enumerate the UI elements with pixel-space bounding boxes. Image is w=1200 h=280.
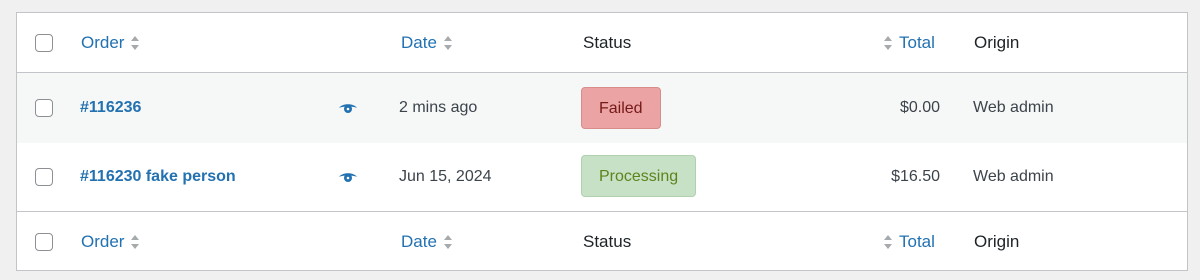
table-row: #116230 fake person Jun 15, 2024 Process… — [17, 143, 1187, 211]
sort-arrows-icon — [131, 235, 140, 249]
sort-arrows-icon — [884, 36, 892, 50]
orders-table: Order Date Status Total Origin #116236 2… — [16, 12, 1188, 271]
sort-arrows-icon — [443, 36, 452, 50]
table-row: #116236 2 mins ago Failed $0.00 Web admi… — [17, 73, 1187, 143]
sort-arrows-icon — [443, 235, 452, 249]
sort-arrows-icon — [131, 36, 140, 50]
column-header-order[interactable]: Order — [81, 33, 140, 53]
column-header-total-label: Total — [899, 33, 935, 52]
eye-icon[interactable] — [338, 101, 358, 115]
column-header-origin: Origin — [974, 33, 1020, 52]
status-badge[interactable]: Processing — [581, 155, 697, 197]
column-footer-origin: Origin — [974, 232, 1020, 251]
column-header-total[interactable]: Total — [883, 33, 935, 53]
table-header-row: Order Date Status Total Origin — [17, 13, 1187, 73]
status-badge[interactable]: Failed — [581, 87, 661, 129]
order-date: Jun 15, 2024 — [399, 168, 492, 185]
column-header-date-label: Date — [401, 33, 437, 52]
order-date: 2 mins ago — [399, 99, 478, 116]
column-header-status: Status — [583, 33, 632, 52]
order-link[interactable]: #116236 — [80, 98, 141, 118]
order-origin: Web admin — [973, 99, 1054, 116]
row-checkbox[interactable] — [35, 99, 53, 117]
column-footer-total-label: Total — [899, 232, 935, 251]
select-all-checkbox[interactable] — [35, 233, 53, 251]
select-all-checkbox[interactable] — [35, 34, 53, 52]
table-footer-row: Order Date Status Total Origin — [17, 211, 1187, 271]
order-link[interactable]: #116230 fake person — [80, 167, 236, 187]
column-footer-order-label: Order — [81, 232, 125, 251]
sort-arrows-icon — [884, 235, 892, 249]
column-header-order-label: Order — [81, 33, 125, 52]
column-footer-total[interactable]: Total — [883, 232, 935, 252]
column-footer-status: Status — [583, 232, 632, 251]
order-total: $0.00 — [899, 99, 940, 116]
column-header-date[interactable]: Date — [401, 33, 453, 53]
order-total: $16.50 — [891, 168, 940, 185]
column-footer-date[interactable]: Date — [401, 232, 453, 252]
order-origin: Web admin — [973, 168, 1054, 185]
row-checkbox[interactable] — [35, 168, 53, 186]
eye-icon[interactable] — [338, 170, 358, 184]
column-footer-date-label: Date — [401, 232, 437, 251]
column-footer-order[interactable]: Order — [81, 232, 140, 252]
